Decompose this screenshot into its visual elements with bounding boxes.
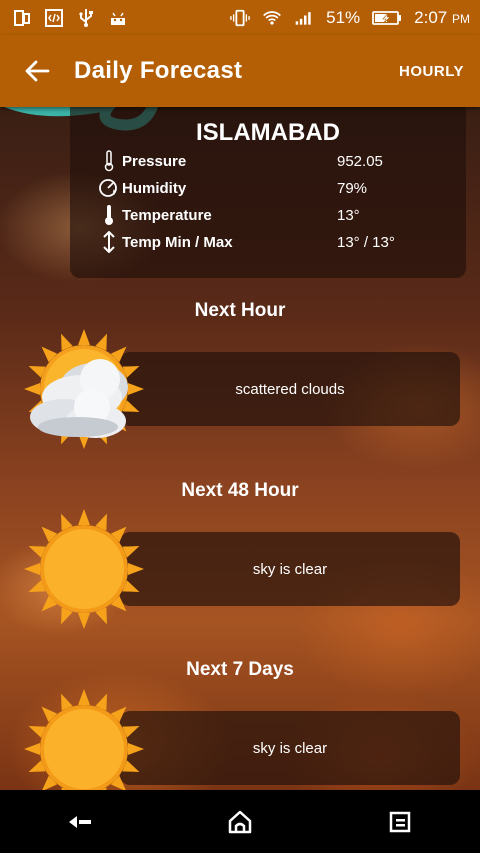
thermometer-icon [98, 204, 120, 226]
forecast-content[interactable]: ISLAMABAD Pressure 952.05 Humidity 79% T… [0, 107, 480, 790]
home-nav-icon [228, 810, 252, 833]
up-down-arrow-icon [98, 231, 120, 253]
usb-icon [76, 8, 96, 28]
status-system: 51% 2:07 PM [230, 8, 470, 28]
sun-icon [24, 509, 144, 629]
current-weather-card: ISLAMABAD Pressure 952.05 Humidity 79% T… [70, 107, 466, 278]
time-value: 2:07 [414, 7, 448, 27]
code-icon [44, 8, 64, 28]
next-7-days-title: Next 7 Days [186, 659, 294, 680]
android-icon [108, 8, 128, 28]
arrow-back-icon [25, 60, 50, 82]
page-title: Daily Forecast [74, 57, 243, 84]
back-button[interactable] [0, 35, 74, 107]
time-ampm: PM [452, 11, 470, 26]
status-time: 2:07 PM [414, 8, 470, 28]
next-48-hour-card[interactable]: sky is clear [120, 532, 460, 606]
temperature-label: Temperature [122, 206, 212, 224]
sun-clouds-icon [24, 329, 144, 449]
back-nav-icon [69, 815, 91, 828]
pressure-row: Pressure 952.05 [98, 148, 438, 174]
battery-percent: 51% [326, 7, 361, 27]
app-bar: Daily Forecast HOURLY [0, 35, 480, 107]
status-bar: 51% 2:07 PM [0, 0, 480, 35]
recents-nav-icon [389, 811, 411, 832]
wifi-icon [262, 8, 282, 28]
signal-icon [294, 8, 314, 28]
humidity-label: Humidity [122, 179, 187, 197]
pressure-label: Pressure [122, 152, 187, 170]
battery-charging-icon [372, 8, 402, 28]
pressure-value: 952.05 [337, 152, 383, 170]
hourly-button[interactable]: HOURLY [399, 63, 464, 80]
recents-nav-button[interactable] [370, 797, 430, 847]
humidity-icon [98, 177, 120, 199]
status-notifications [12, 8, 128, 28]
home-nav-button[interactable] [210, 797, 270, 847]
next-48-hour-title: Next 48 Hour [181, 480, 299, 501]
next-hour-card[interactable]: scattered clouds [120, 352, 460, 426]
system-nav-bar [0, 790, 480, 853]
next-7-days-card[interactable]: sky is clear [120, 711, 460, 785]
temp-min-max-row: Temp Min / Max 13° / 13° [98, 229, 438, 255]
next-hour-title: Next Hour [194, 300, 286, 321]
vibrate-icon [230, 8, 250, 28]
back-nav-button[interactable] [50, 797, 110, 847]
temperature-value: 13° [337, 206, 360, 224]
temp-min-max-value: 13° / 13° [337, 233, 395, 251]
humidity-value: 79% [337, 179, 368, 197]
temp-min-max-label: Temp Min / Max [122, 233, 233, 251]
screen-icon [12, 8, 32, 28]
sun-icon [24, 689, 144, 790]
city-name: ISLAMABAD [196, 119, 340, 146]
humidity-row: Humidity 79% [98, 175, 438, 201]
temperature-row: Temperature 13° [98, 202, 438, 228]
thermometer-icon [98, 150, 120, 172]
